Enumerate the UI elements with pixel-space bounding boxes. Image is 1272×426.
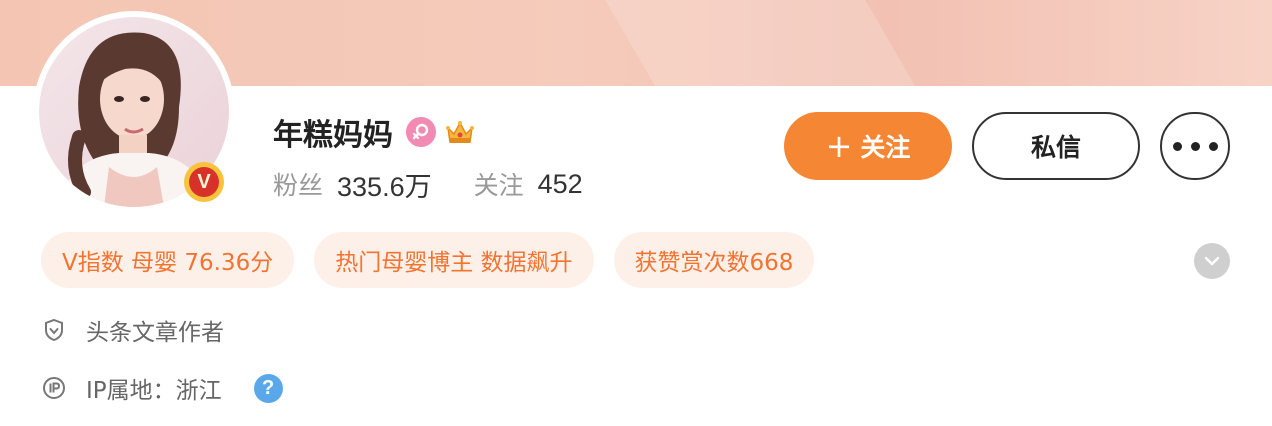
tag-v-index[interactable]: V指数 母婴 76.36分	[41, 232, 295, 288]
message-button[interactable]: 私信	[972, 112, 1140, 180]
shield-icon	[41, 317, 67, 343]
more-button[interactable]	[1160, 112, 1230, 180]
crown-icon[interactable]	[444, 116, 476, 148]
expand-tags-button[interactable]	[1194, 243, 1230, 279]
follow-stats: 粉丝 335.6万 关注 452	[273, 166, 583, 202]
author-info-row: 头条文章作者	[41, 312, 224, 348]
plus-icon: +	[825, 127, 853, 165]
verified-badge-icon: V	[184, 162, 224, 202]
ip-location: IP属地：浙江	[86, 378, 222, 404]
author-label: 头条文章作者	[86, 320, 224, 346]
following-label: 关注	[473, 171, 524, 200]
fans-count[interactable]: 335.6万	[337, 165, 432, 204]
user-name: 年糕妈妈	[273, 118, 393, 153]
follow-label: 关注	[860, 133, 911, 162]
tag-list: V指数 母婴 76.36分 热门母婴博主 数据飙升 获赞赏次数668	[41, 232, 815, 288]
message-label: 私信	[1030, 133, 1081, 162]
name-row: 年糕妈妈	[273, 112, 476, 153]
banner-decoration	[582, 0, 958, 86]
following-count[interactable]: 452	[538, 169, 583, 200]
fans-label: 粉丝	[273, 171, 324, 200]
tag-reward-count[interactable]: 获赞赏次数668	[613, 232, 815, 288]
follow-button[interactable]: + 关注	[784, 112, 952, 180]
female-icon	[406, 117, 436, 147]
more-dots-icon	[1172, 141, 1218, 151]
ip-info-row: IP属地：浙江 ?	[41, 370, 283, 406]
help-icon[interactable]: ?	[253, 373, 283, 403]
ip-icon	[41, 375, 67, 401]
tag-hot-blogger[interactable]: 热门母婴博主 数据飙升	[314, 232, 594, 288]
chevron-down-icon	[1204, 256, 1220, 266]
